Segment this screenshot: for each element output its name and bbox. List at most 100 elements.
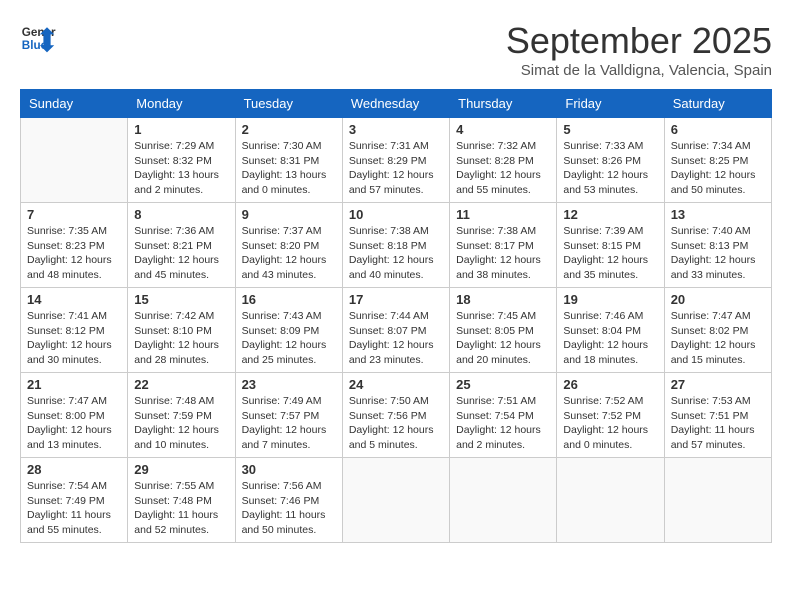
day-info: Sunrise: 7:48 AMSunset: 7:59 PMDaylight:… [134,394,228,453]
month-title: September 2025 [506,20,772,62]
day-number: 9 [242,207,336,222]
day-info: Sunrise: 7:37 AMSunset: 8:20 PMDaylight:… [242,224,336,283]
day-number: 2 [242,122,336,137]
day-number: 10 [349,207,443,222]
calendar-cell: 2 Sunrise: 7:30 AMSunset: 8:31 PMDaylight… [235,118,342,203]
calendar-day-header: Wednesday [342,90,449,118]
calendar-cell: 16 Sunrise: 7:43 AMSunset: 8:09 PMDayligh… [235,288,342,373]
calendar-cell: 13Sunrise: 7:40 AMSunset: 8:13 PMDayligh… [664,203,771,288]
day-info: Sunrise: 7:42 AMSunset: 8:10 PMDaylight:… [134,309,228,368]
location-subtitle: Simat de la Valldigna, Valencia, Spain [506,62,772,79]
day-number: 6 [671,122,765,137]
day-info: Sunrise: 7:51 AMSunset: 7:54 PMDaylight:… [456,394,550,453]
calendar-day-header: Friday [557,90,664,118]
logo-icon: General Blue [20,20,56,56]
day-number: 14 [27,292,121,307]
day-info: Sunrise: 7:33 AMSunset: 8:26 PMDaylight:… [563,139,657,198]
calendar-week-row: 1 Sunrise: 7:29 AMSunset: 8:32 PMDaylight… [21,118,772,203]
day-number: 8 [134,207,228,222]
day-number: 25 [456,377,550,392]
day-info: Sunrise: 7:30 AMSunset: 8:31 PMDaylight:… [242,139,336,198]
page-header: General Blue September 2025 Simat de la … [20,20,772,79]
day-info: Sunrise: 7:44 AMSunset: 8:07 PMDaylight:… [349,309,443,368]
day-number: 12 [563,207,657,222]
day-number: 26 [563,377,657,392]
day-number: 16 [242,292,336,307]
day-info: Sunrise: 7:55 AMSunset: 7:48 PMDaylight:… [134,479,228,538]
day-info: Sunrise: 7:54 AMSunset: 7:49 PMDaylight:… [27,479,121,538]
calendar-cell: 27Sunrise: 7:53 AMSunset: 7:51 PMDayligh… [664,373,771,458]
day-number: 30 [242,462,336,477]
day-info: Sunrise: 7:47 AMSunset: 8:00 PMDaylight:… [27,394,121,453]
day-info: Sunrise: 7:34 AMSunset: 8:25 PMDaylight:… [671,139,765,198]
calendar-cell: 1 Sunrise: 7:29 AMSunset: 8:32 PMDaylight… [128,118,235,203]
calendar-cell: 15Sunrise: 7:42 AMSunset: 8:10 PMDayligh… [128,288,235,373]
calendar-day-header: Sunday [21,90,128,118]
calendar-cell: 10 Sunrise: 7:38 AMSunset: 8:18 PMDayligh… [342,203,449,288]
day-number: 19 [563,292,657,307]
calendar-cell: 26 Sunrise: 7:52 AMSunset: 7:52 PMDayligh… [557,373,664,458]
day-info: Sunrise: 7:56 AMSunset: 7:46 PMDaylight:… [242,479,336,538]
day-number: 28 [27,462,121,477]
calendar-cell: 12 Sunrise: 7:39 AMSunset: 8:15 PMDayligh… [557,203,664,288]
day-number: 4 [456,122,550,137]
calendar-cell [664,458,771,543]
title-block: September 2025 Simat de la Valldigna, Va… [506,20,772,79]
calendar-week-row: 14 Sunrise: 7:41 AMSunset: 8:12 PMDayligh… [21,288,772,373]
day-info: Sunrise: 7:49 AMSunset: 7:57 PMDaylight:… [242,394,336,453]
day-info: Sunrise: 7:41 AMSunset: 8:12 PMDaylight:… [27,309,121,368]
calendar-cell: 29 Sunrise: 7:55 AMSunset: 7:48 PMDayligh… [128,458,235,543]
calendar-day-header: Saturday [664,90,771,118]
day-info: Sunrise: 7:38 AMSunset: 8:18 PMDaylight:… [349,224,443,283]
calendar-cell: 17 Sunrise: 7:44 AMSunset: 8:07 PMDayligh… [342,288,449,373]
calendar-cell: 28 Sunrise: 7:54 AMSunset: 7:49 PMDayligh… [21,458,128,543]
calendar-header-row: SundayMondayTuesdayWednesdayThursdayFrid… [21,90,772,118]
calendar-cell [557,458,664,543]
day-number: 29 [134,462,228,477]
day-info: Sunrise: 7:39 AMSunset: 8:15 PMDaylight:… [563,224,657,283]
calendar-day-header: Tuesday [235,90,342,118]
day-info: Sunrise: 7:36 AMSunset: 8:21 PMDaylight:… [134,224,228,283]
day-info: Sunrise: 7:35 AMSunset: 8:23 PMDaylight:… [27,224,121,283]
calendar-cell: 24Sunrise: 7:50 AMSunset: 7:56 PMDayligh… [342,373,449,458]
calendar-cell: 3Sunrise: 7:31 AMSunset: 8:29 PMDaylight… [342,118,449,203]
calendar-table: SundayMondayTuesdayWednesdayThursdayFrid… [20,89,772,543]
day-number: 24 [349,377,443,392]
calendar-cell: 9 Sunrise: 7:37 AMSunset: 8:20 PMDaylight… [235,203,342,288]
calendar-day-header: Thursday [450,90,557,118]
day-info: Sunrise: 7:53 AMSunset: 7:51 PMDaylight:… [671,394,765,453]
day-number: 13 [671,207,765,222]
day-number: 1 [134,122,228,137]
calendar-cell: 14 Sunrise: 7:41 AMSunset: 8:12 PMDayligh… [21,288,128,373]
calendar-cell: 5Sunrise: 7:33 AMSunset: 8:26 PMDaylight… [557,118,664,203]
day-info: Sunrise: 7:47 AMSunset: 8:02 PMDaylight:… [671,309,765,368]
calendar-cell: 22 Sunrise: 7:48 AMSunset: 7:59 PMDayligh… [128,373,235,458]
day-number: 20 [671,292,765,307]
day-info: Sunrise: 7:32 AMSunset: 8:28 PMDaylight:… [456,139,550,198]
calendar-cell: 25 Sunrise: 7:51 AMSunset: 7:54 PMDayligh… [450,373,557,458]
day-number: 21 [27,377,121,392]
calendar-cell: 20 Sunrise: 7:47 AMSunset: 8:02 PMDayligh… [664,288,771,373]
day-number: 7 [27,207,121,222]
calendar-week-row: 21 Sunrise: 7:47 AMSunset: 8:00 PMDayligh… [21,373,772,458]
calendar-cell: 7 Sunrise: 7:35 AMSunset: 8:23 PMDaylight… [21,203,128,288]
calendar-cell: 30 Sunrise: 7:56 AMSunset: 7:46 PMDayligh… [235,458,342,543]
calendar-cell: 23Sunrise: 7:49 AMSunset: 7:57 PMDayligh… [235,373,342,458]
calendar-cell: 4 Sunrise: 7:32 AMSunset: 8:28 PMDaylight… [450,118,557,203]
day-number: 22 [134,377,228,392]
day-number: 11 [456,207,550,222]
calendar-cell: 18Sunrise: 7:45 AMSunset: 8:05 PMDayligh… [450,288,557,373]
day-number: 17 [349,292,443,307]
day-info: Sunrise: 7:38 AMSunset: 8:17 PMDaylight:… [456,224,550,283]
logo: General Blue [20,20,56,56]
calendar-week-row: 28 Sunrise: 7:54 AMSunset: 7:49 PMDayligh… [21,458,772,543]
day-info: Sunrise: 7:43 AMSunset: 8:09 PMDaylight:… [242,309,336,368]
day-number: 18 [456,292,550,307]
day-info: Sunrise: 7:29 AMSunset: 8:32 PMDaylight:… [134,139,228,198]
calendar-cell: 19 Sunrise: 7:46 AMSunset: 8:04 PMDayligh… [557,288,664,373]
calendar-cell [342,458,449,543]
calendar-cell [21,118,128,203]
day-info: Sunrise: 7:46 AMSunset: 8:04 PMDaylight:… [563,309,657,368]
day-info: Sunrise: 7:52 AMSunset: 7:52 PMDaylight:… [563,394,657,453]
day-info: Sunrise: 7:31 AMSunset: 8:29 PMDaylight:… [349,139,443,198]
